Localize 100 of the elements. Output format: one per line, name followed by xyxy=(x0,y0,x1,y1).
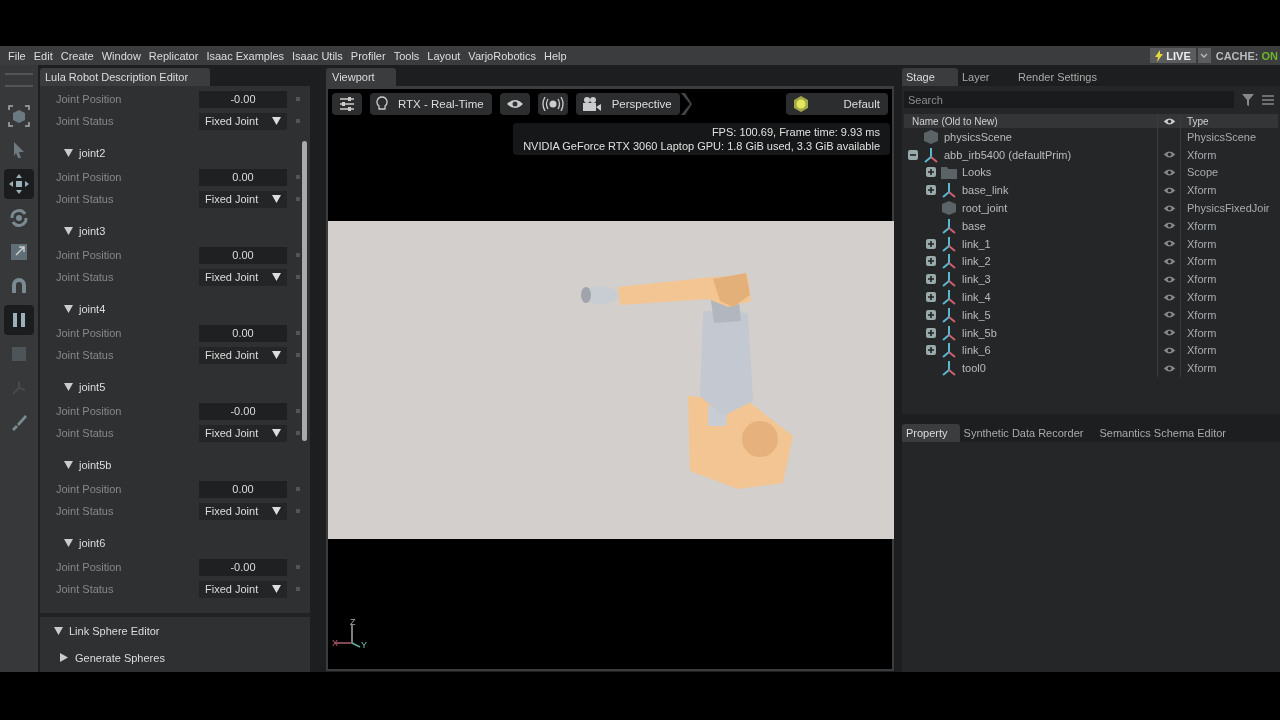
menu-item[interactable]: Tools xyxy=(389,49,424,62)
tree-item[interactable]: link_5b xyxy=(962,326,997,339)
tree-item[interactable]: abb_irb5400 (defaultPrim) xyxy=(944,148,1072,161)
section-title[interactable]: Generate Spheres xyxy=(75,651,165,664)
number-field[interactable]: -0.00 xyxy=(199,90,287,108)
tree-item[interactable]: link_3 xyxy=(962,273,991,286)
dropdown[interactable]: Fixed Joint xyxy=(199,580,287,598)
menu-item[interactable]: Edit xyxy=(29,49,57,62)
visibility-cell[interactable] xyxy=(1157,199,1181,217)
dropdown[interactable]: Fixed Joint xyxy=(199,346,287,364)
panel-tab[interactable]: Layer xyxy=(958,68,1014,86)
expand-toggle-icon[interactable] xyxy=(926,309,936,320)
visibility-cell[interactable] xyxy=(1157,252,1181,271)
tree-item[interactable]: physicsScene xyxy=(944,130,1012,143)
live-button[interactable]: LIVE xyxy=(1150,48,1196,63)
collapse-icon[interactable] xyxy=(64,149,73,157)
tool-button[interactable] xyxy=(4,169,34,199)
number-field[interactable]: 0.00 xyxy=(199,168,287,186)
panel-tab[interactable]: Synthetic Data Recorder xyxy=(959,424,1096,442)
lighting-button[interactable]: Default xyxy=(785,93,888,115)
collapse-icon[interactable] xyxy=(64,227,73,235)
toolbar-grip[interactable] xyxy=(5,73,33,87)
expand-toggle-icon[interactable] xyxy=(926,185,936,196)
dropdown-button[interactable] xyxy=(1197,48,1211,63)
visibility-cell[interactable] xyxy=(1157,323,1181,342)
camera-button[interactable]: Perspective xyxy=(575,93,680,115)
column-header[interactable]: Name (Old to New) xyxy=(904,115,1157,127)
menu-item[interactable]: Isaac Utils xyxy=(288,49,347,62)
collapse-icon[interactable] xyxy=(64,305,73,313)
menu-item[interactable]: File xyxy=(4,49,30,62)
visibility-cell[interactable] xyxy=(1157,145,1181,164)
expand-toggle-icon[interactable] xyxy=(926,345,936,356)
tree-item[interactable]: link_5 xyxy=(962,308,991,321)
expand-toggle-icon[interactable] xyxy=(926,256,936,267)
filter-icon[interactable] xyxy=(1242,93,1254,106)
visibility-cell[interactable] xyxy=(1157,341,1181,360)
tree-item[interactable]: Looks xyxy=(962,166,992,179)
panel-tab[interactable]: Semantics Schema Editor xyxy=(1095,424,1238,442)
tree-item[interactable]: tool0 xyxy=(962,362,986,375)
collapse-icon[interactable] xyxy=(64,461,73,469)
expand-toggle-icon[interactable] xyxy=(908,149,918,160)
search-field[interactable]: Search xyxy=(904,91,1234,108)
menu-icon[interactable] xyxy=(1262,94,1274,105)
collapse-icon[interactable] xyxy=(54,626,63,635)
visibility-cell[interactable] xyxy=(1157,181,1181,200)
eye-icon xyxy=(1162,239,1176,249)
visibility-cell[interactable] xyxy=(1157,217,1181,235)
panel-tab[interactable]: Stage xyxy=(902,68,958,86)
tree-item[interactable]: link_2 xyxy=(962,255,991,268)
settings-button[interactable] xyxy=(332,93,362,115)
menu-item[interactable]: Window xyxy=(97,49,145,62)
panel-tab[interactable]: Property xyxy=(902,424,960,442)
dropdown[interactable]: Fixed Joint xyxy=(199,268,287,286)
tree-item[interactable]: link_4 xyxy=(962,291,991,304)
number-field[interactable]: -0.00 xyxy=(199,402,287,420)
scroll-thumb[interactable] xyxy=(302,141,307,441)
collapse-icon[interactable] xyxy=(60,653,69,662)
visibility-cell[interactable] xyxy=(1157,288,1181,306)
visibility-cell[interactable] xyxy=(1157,234,1181,253)
expand-toggle-icon[interactable] xyxy=(926,238,936,249)
tree-item[interactable]: base_link xyxy=(962,184,1009,197)
axes-icon xyxy=(923,146,939,163)
tree-item[interactable]: link_6 xyxy=(962,344,991,357)
tree-item[interactable]: root_joint xyxy=(962,202,1008,215)
dropdown[interactable]: Fixed Joint xyxy=(199,112,287,130)
menu-item[interactable]: Help xyxy=(540,49,571,62)
expand-toggle-icon[interactable] xyxy=(926,274,936,285)
dropdown[interactable]: Fixed Joint xyxy=(199,424,287,442)
column-header[interactable]: Type xyxy=(1181,115,1278,127)
number-field[interactable]: -0.00 xyxy=(199,558,287,576)
menu-item[interactable]: Isaac Examples xyxy=(202,49,289,62)
number-field[interactable]: 0.00 xyxy=(199,324,287,342)
visibility-cell[interactable] xyxy=(1157,305,1181,324)
viewport-tab[interactable]: Viewport xyxy=(326,68,396,86)
sensor-button[interactable] xyxy=(537,93,568,115)
visibility-cell[interactable] xyxy=(1157,270,1181,289)
tree-item[interactable]: link_1 xyxy=(962,237,991,250)
menu-item[interactable]: Create xyxy=(56,49,98,62)
menu-item[interactable]: VarjoRobotics xyxy=(464,49,541,62)
tree-item[interactable]: base xyxy=(962,219,986,232)
tool-button[interactable] xyxy=(4,305,34,335)
section-title[interactable]: Link Sphere Editor xyxy=(69,624,160,637)
visibility-button[interactable] xyxy=(499,93,530,115)
menu-item[interactable]: Profiler xyxy=(346,49,390,62)
visibility-cell[interactable] xyxy=(1157,163,1181,182)
menu-item[interactable]: Layout xyxy=(423,49,465,62)
collapse-icon[interactable] xyxy=(64,383,73,391)
panel-tab[interactable]: Lula Robot Description Editor xyxy=(40,68,210,86)
number-field[interactable]: 0.00 xyxy=(199,246,287,264)
render-mode-button[interactable]: RTX - Real-Time xyxy=(370,93,492,115)
menu-item[interactable]: Replicator xyxy=(144,49,203,62)
number-field[interactable]: 0.00 xyxy=(199,480,287,498)
dropdown[interactable]: Fixed Joint xyxy=(199,190,287,208)
expand-toggle-icon[interactable] xyxy=(926,327,936,338)
expand-toggle-icon[interactable] xyxy=(926,167,936,178)
dropdown[interactable]: Fixed Joint xyxy=(199,502,287,520)
panel-tab[interactable]: Render Settings xyxy=(1014,68,1109,86)
visibility-cell[interactable] xyxy=(1157,359,1181,378)
expand-toggle-icon[interactable] xyxy=(926,292,936,303)
collapse-icon[interactable] xyxy=(64,539,73,547)
